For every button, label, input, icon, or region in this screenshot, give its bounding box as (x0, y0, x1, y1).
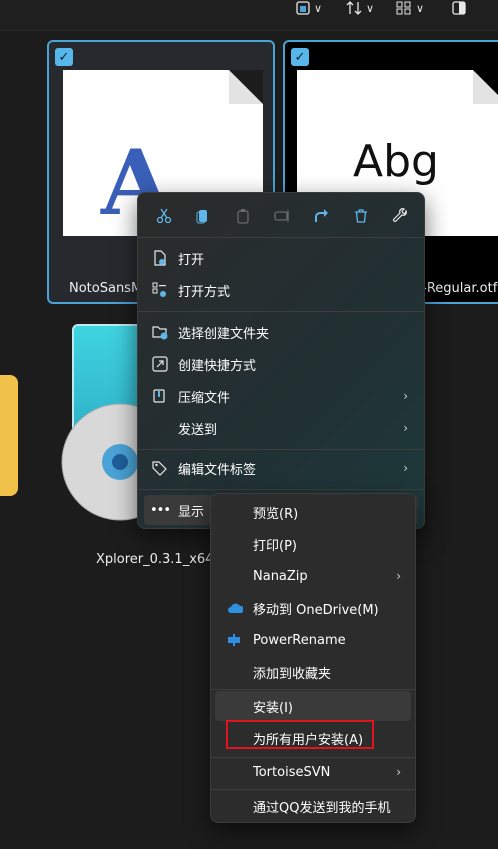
checkbox-checked-icon[interactable]: ✓ (291, 48, 309, 66)
share-icon (315, 209, 329, 222)
highlight-annotation-box (226, 720, 374, 749)
submenu-item-print[interactable]: 打印(P) (215, 529, 411, 559)
menu-item-create-shortcut[interactable]: 创建快捷方式 (144, 349, 418, 379)
layout-icon (396, 1, 411, 15)
separator (138, 449, 424, 450)
details-pane-icon (452, 1, 466, 15)
file-name: NotoSansM (69, 281, 143, 296)
separator (138, 489, 424, 490)
submenu-more-options: 预览(R) 打印(P) NanaZip › 移动到 OneDrive(M) Po… (210, 493, 416, 823)
view-options-button[interactable]: ∨ (296, 0, 322, 16)
file-name: c-Regular.otf (415, 281, 498, 296)
submenu-item-tortoisesvn[interactable]: TortoiseSVN › (215, 757, 411, 787)
menu-item-compress[interactable]: 压缩文件 › (144, 381, 418, 411)
menu-item-open-with[interactable]: 打开方式 (144, 275, 418, 305)
cut-icon (156, 208, 172, 224)
chevron-right-icon: › (403, 461, 408, 475)
folder-thumbnail-partial[interactable] (0, 375, 18, 496)
cut-button[interactable] (150, 202, 178, 230)
chevron-down-icon: ∨ (314, 1, 323, 15)
submenu-item-add-favorites[interactable]: 添加到收藏夹 (215, 657, 411, 687)
submenu-item-send-qq[interactable]: 通过QQ发送到我的手机 (215, 791, 411, 821)
copy-icon (196, 210, 208, 224)
chevron-down-icon: ∨ (366, 1, 375, 15)
menu-item-new-folder[interactable]: 选择创建文件夹 (144, 317, 418, 347)
command-bar: ∨ ∨ ∨ (0, 0, 498, 31)
paste-icon (237, 209, 249, 224)
sort-button[interactable]: ∨ (346, 0, 374, 16)
properties-icon (392, 208, 407, 222)
paste-button (229, 202, 257, 230)
powerrename-icon (227, 632, 243, 648)
context-menu: 打开 打开方式 选择创建文件夹 创建快捷方式 压缩文件 › 发送到 › 编辑文件… (137, 192, 425, 529)
layout-button[interactable]: ∨ (396, 0, 424, 16)
compress-icon (152, 388, 168, 404)
more-icon: ••• (150, 502, 171, 518)
chevron-right-icon: › (403, 421, 408, 435)
properties-button[interactable] (386, 202, 414, 230)
checkbox-checked-icon[interactable]: ✓ (55, 48, 73, 66)
submenu-item-preview[interactable]: 预览(R) (215, 497, 411, 527)
submenu-item-install[interactable]: 安装(I) (215, 691, 411, 721)
menu-item-open[interactable]: 打开 (144, 243, 418, 273)
shortcut-icon (152, 356, 168, 372)
new-folder-icon (152, 324, 168, 340)
page-fold (229, 70, 263, 104)
tag-icon (152, 460, 168, 476)
submenu-item-powerrename[interactable]: PowerRename (215, 625, 411, 655)
rename-button (268, 202, 296, 230)
submenu-item-onedrive[interactable]: 移动到 OneDrive(M) (215, 593, 411, 623)
view-options-icon (296, 1, 310, 15)
separator (138, 237, 424, 238)
font-preview-text: Abg (353, 136, 439, 187)
menu-item-edit-tags[interactable]: 编辑文件标签 › (144, 453, 418, 483)
separator (138, 311, 424, 312)
menu-item-send-to[interactable]: 发送到 › (144, 413, 418, 443)
chevron-down-icon: ∨ (416, 1, 425, 15)
onedrive-icon (227, 600, 243, 616)
submenu-item-nanazip[interactable]: NanaZip › (215, 561, 411, 591)
separator (211, 689, 415, 690)
open-with-icon (152, 282, 168, 298)
separator (211, 789, 415, 790)
chevron-right-icon: › (396, 765, 401, 779)
copy-button[interactable] (189, 202, 217, 230)
chevron-right-icon: › (403, 389, 408, 403)
rename-icon (274, 210, 289, 222)
sort-icon (346, 1, 362, 15)
details-pane-button[interactable] (452, 0, 466, 16)
open-icon (152, 250, 168, 266)
page-fold (473, 70, 498, 104)
context-menu-action-bar (144, 201, 420, 231)
delete-button[interactable] (347, 202, 375, 230)
chevron-right-icon: › (396, 569, 401, 583)
delete-icon (354, 209, 367, 223)
share-button[interactable] (307, 202, 335, 230)
